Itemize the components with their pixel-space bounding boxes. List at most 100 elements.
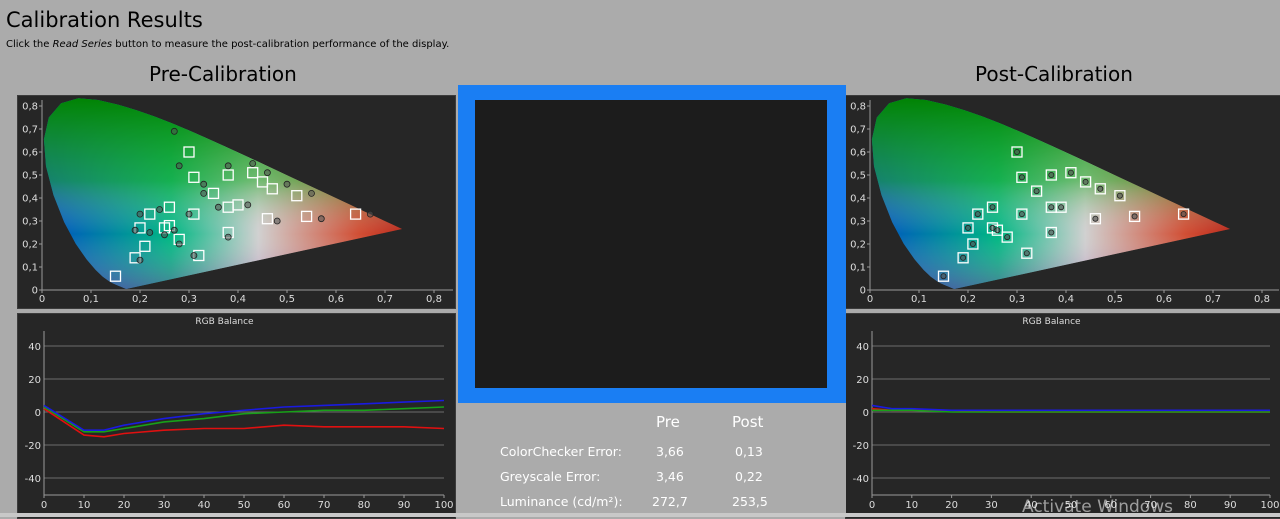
measured-point <box>989 224 996 231</box>
gamut-y-tick-label: 0,7 <box>850 125 866 136</box>
colorchecker-error-label: ColorChecker Error: <box>500 444 622 459</box>
activate-windows-watermark: Activate Windows <box>1022 497 1173 517</box>
measured-point <box>1018 174 1025 181</box>
rgb-y-tick-label: -40 <box>853 474 869 485</box>
read-series-reference: Read Series <box>52 39 113 50</box>
measured-point <box>1058 204 1065 211</box>
pre-gamut-svg: 0 0,1 0,2 0,3 0,4 0,5 0,6 0,7 0,8 0,8 0,7 0,6 0,5 0,4… <box>22 98 453 305</box>
measured-point <box>136 210 144 218</box>
gamut-y-tick-label: 0,4 <box>22 194 38 205</box>
measured-point <box>1033 188 1040 195</box>
rgb-x-tick-label: 20 <box>118 500 131 511</box>
measured-point <box>1067 169 1074 176</box>
gamut-x-tick-label: 0,2 <box>132 294 148 305</box>
rgb-balance-title: RGB Balance <box>195 317 254 327</box>
rgb-y-tick-label: -20 <box>853 441 869 452</box>
post-rgb-svg: RGB Balance40200-20-400 10 20 30 40 50 60 70 80 9… <box>853 317 1280 511</box>
measured-point <box>190 252 198 259</box>
col-header-post: Post <box>732 413 764 431</box>
gamut-y-tick-label: 0,5 <box>22 171 38 182</box>
rgb-x-tick-label: 80 <box>1184 500 1197 511</box>
gamut-y-tick-label: 0,3 <box>850 217 866 228</box>
rgb-x-tick-label: 50 <box>238 500 251 511</box>
measured-point <box>175 162 183 170</box>
pre-rgb-balance-chart: RGB Balance 40 20 0 -20 -40 0 10 20 30 40 50 60 70 80 9… <box>17 313 456 519</box>
rgb-balance-title: RGB Balance <box>1022 317 1081 327</box>
measured-point <box>317 215 325 223</box>
measured-point <box>1048 229 1055 236</box>
measured-point <box>273 217 281 225</box>
pre-calibration-title: Pre-Calibration <box>149 62 297 86</box>
gamut-x-tick-label: 0,8 <box>1254 294 1270 305</box>
measured-point <box>1131 213 1138 220</box>
rgb-line-b <box>43 399 445 431</box>
measured-point <box>146 229 154 236</box>
measured-point <box>224 162 232 170</box>
measured-point <box>960 254 967 261</box>
measured-point <box>940 273 947 280</box>
gamut-x-tick-label: 0 <box>867 294 873 305</box>
luminance-pre: 272,7 <box>652 494 688 509</box>
rgb-x-tick-label: 10 <box>78 500 91 511</box>
measurement-patch <box>475 100 827 388</box>
gamut-y-tick-label: 0,2 <box>22 240 38 251</box>
post-calibration-title: Post-Calibration <box>975 62 1133 86</box>
gamut-shade <box>43 98 403 289</box>
greyscale-error-label: Greyscale Error: <box>500 469 601 484</box>
gamut-y-tick-label: 0,6 <box>22 148 38 159</box>
measured-point <box>283 180 291 188</box>
measured-point <box>263 169 271 177</box>
subtitle-text-start: Click the <box>6 39 53 50</box>
luminance-label: Luminance (cd/m²): <box>500 494 623 509</box>
gamut-x-tick-label: 0,5 <box>279 294 295 305</box>
luminance-post: 253,5 <box>732 494 768 509</box>
gamut-x-tick-label: 0,3 <box>1009 294 1025 305</box>
gamut-x-tick-label: 0,2 <box>960 294 976 305</box>
measured-point <box>185 210 193 218</box>
pre-rgb-svg: RGB Balance 40 20 0 -20 -40 0 10 20 30 40 50 60 70 80 9… <box>25 317 454 511</box>
gamut-y-tick-label: 0 <box>860 286 866 297</box>
rgb-y-tick-label: 40 <box>856 342 869 353</box>
measured-point <box>200 190 208 197</box>
rgb-x-tick-label: 80 <box>358 500 371 511</box>
measured-point <box>156 206 164 213</box>
measured-point <box>1023 250 1030 257</box>
rgb-y-tick-label: 20 <box>28 375 41 386</box>
post-rgb-balance-chart: RGB Balance 40 20 0 -20 -40 0 10 20 30 40 50 60 70 80 9… <box>845 313 1280 519</box>
rgb-x-tick-label: 100 <box>1260 500 1279 511</box>
measured-point <box>1116 192 1123 199</box>
gamut-x-tick-label: 0,7 <box>1205 294 1221 305</box>
colorchecker-error-pre: 3,66 <box>656 444 684 459</box>
measured-point <box>1018 211 1025 218</box>
rgb-x-tick-label: 100 <box>434 500 453 511</box>
rgb-y-tick-label: 40 <box>28 342 41 353</box>
gamut-x-tick-label: 0,6 <box>328 294 344 305</box>
measured-point <box>200 180 208 188</box>
rgb-x-tick-label: 90 <box>398 500 411 511</box>
gamut-x-tick-label: 0,6 <box>1156 294 1172 305</box>
measured-point <box>974 211 981 218</box>
rgb-y-tick-label: 0 <box>35 408 41 419</box>
measured-point <box>175 240 183 248</box>
rgb-x-tick-label: 40 <box>198 500 211 511</box>
measured-point <box>965 224 972 231</box>
rgb-x-tick-label: 70 <box>318 500 331 511</box>
measured-point <box>1004 234 1011 241</box>
rgb-x-tick-label: 0 <box>869 500 875 511</box>
gamut-y-tick-label: 0,1 <box>850 263 866 274</box>
rgb-x-tick-label: 10 <box>905 500 918 511</box>
measured-point <box>1082 178 1089 185</box>
gamut-y-tick-label: 0 <box>32 286 38 297</box>
gamut-x-tick-label: 0,1 <box>83 294 99 305</box>
gamut-x-tick-label: 0,7 <box>377 294 393 305</box>
measured-point <box>308 190 315 197</box>
post-gamut-svg: 0 0,1 0,2 0,3 0,4 0,5 0,6 0,7 0,8 0,8 0,7 0,6 0,5 0,4… <box>850 98 1279 305</box>
gamut-y-tick-label: 0,6 <box>850 148 866 159</box>
gamut-x-tick-label: 0,4 <box>230 294 246 305</box>
rgb-x-tick-label: 30 <box>985 500 998 511</box>
measured-point <box>244 201 252 209</box>
gamut-fill-group <box>43 98 403 289</box>
gamut-y-tick-label: 0,8 <box>850 102 866 113</box>
gamut-y-tick-label: 0,3 <box>22 217 38 228</box>
rgb-y-tick-label: 20 <box>856 375 869 386</box>
